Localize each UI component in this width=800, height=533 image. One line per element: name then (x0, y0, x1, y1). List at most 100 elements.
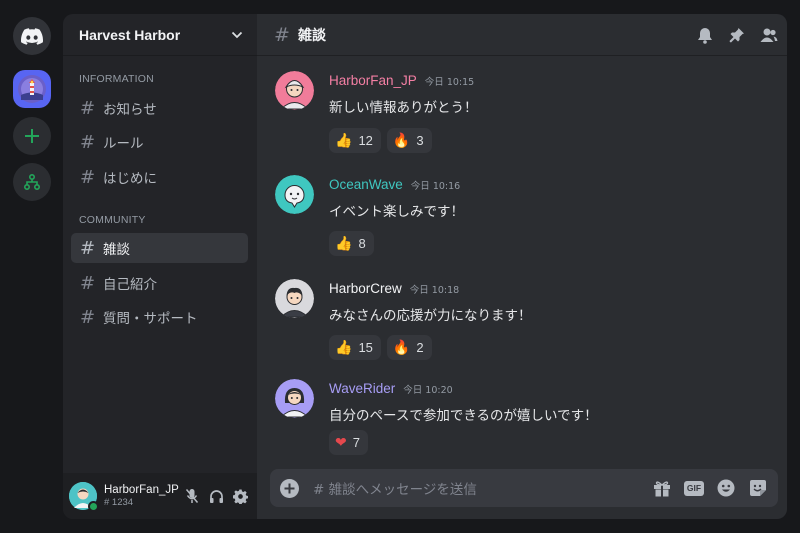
sticker-icon (750, 480, 766, 496)
avatar[interactable] (275, 175, 314, 214)
reaction-bar: ❤ 7 (329, 430, 368, 455)
thumbs-up-icon: 👍 (335, 235, 353, 251)
channel-rules[interactable]: # ルール (71, 127, 248, 157)
reaction-bar: 👍 15 🔥 2 (329, 335, 432, 360)
members-icon (760, 28, 778, 42)
smiley-icon (717, 479, 735, 497)
reaction-fire[interactable]: 🔥 3 (386, 128, 432, 153)
avatar[interactable] (275, 379, 314, 418)
reaction-count: 12 (358, 133, 373, 148)
chat-main: # 雑談 HarborFan_JP 今日 10:15 新しい情報ありがとう！ 👍… (257, 14, 787, 519)
pin-icon (729, 28, 744, 43)
username: HarborFan_JP (104, 484, 179, 496)
hash-icon: # (80, 97, 96, 119)
hierarchy-icon (24, 174, 40, 190)
message-timestamp: 今日 10:15 (424, 77, 475, 88)
user-controls (183, 487, 257, 505)
fire-icon: 🔥 (392, 132, 411, 148)
chevron-down-icon (231, 31, 243, 38)
channel-label: 雑談 (103, 242, 130, 258)
lighthouse-icon (18, 75, 46, 103)
plus-icon (284, 483, 295, 493)
online-status-dot (88, 501, 99, 512)
upload-button[interactable] (280, 478, 299, 498)
hash-icon: # (80, 131, 96, 153)
avatar[interactable] (275, 279, 314, 318)
message-composer: # 雑談へメッセージを送信 GIF (270, 469, 778, 507)
reaction-thumbs-up[interactable]: 👍 12 (329, 128, 381, 153)
channel-zatsudan[interactable]: # 雑談 (71, 233, 248, 263)
reaction-thumbs-up[interactable]: 👍 8 (329, 231, 374, 256)
hash-icon: # (80, 166, 96, 188)
chat-header: # 雑談 (257, 14, 787, 56)
member-list-button[interactable] (759, 25, 779, 45)
mute-button[interactable] (183, 487, 201, 505)
reaction-count: 8 (358, 236, 366, 251)
category-community[interactable]: COMMUNITY (79, 214, 146, 226)
gift-button[interactable] (652, 478, 672, 498)
message-header: WaveRider 今日 10:20 (329, 381, 453, 396)
fire-icon: 🔥 (392, 339, 411, 355)
channel-label: お知らせ (103, 102, 157, 118)
hash-icon: # (80, 306, 96, 328)
message-header: HarborFan_JP 今日 10:15 (329, 73, 474, 88)
message-header: HarborCrew 今日 10:18 (329, 281, 459, 296)
server-rail (0, 0, 64, 533)
channel-support[interactable]: # 質問・サポート (71, 302, 248, 332)
server-name: Harvest Harbor (79, 26, 181, 43)
bell-icon (698, 27, 712, 44)
message-text: イベント楽しみです！ (329, 204, 464, 220)
hash-icon: # (274, 23, 290, 46)
discord-logo-icon (21, 27, 43, 45)
message-author[interactable]: WaveRider (329, 381, 395, 396)
message-input[interactable]: # 雑談へメッセージを送信 (313, 478, 652, 498)
channel-label: 自己紹介 (103, 277, 157, 293)
channel-sidebar: Harvest Harbor INFORMATION # お知らせ # ルール … (63, 14, 257, 519)
server-header[interactable]: Harvest Harbor (63, 14, 257, 56)
emoji-button[interactable] (716, 478, 736, 498)
message-author[interactable]: OceanWave (329, 177, 403, 192)
channel-label: 質問・サポート (103, 311, 198, 327)
message-author[interactable]: HarborCrew (329, 281, 402, 296)
channel-oshirase[interactable]: # お知らせ (71, 93, 248, 123)
sticker-button[interactable] (748, 478, 768, 498)
message-text: 新しい情報ありがとう！ (329, 100, 478, 116)
category-information[interactable]: INFORMATION (79, 73, 154, 85)
user-panel: HarborFan_JP # 1234 (63, 473, 257, 519)
settings-button[interactable] (231, 487, 249, 505)
header-toolbar (695, 25, 779, 45)
plus-icon (25, 129, 39, 143)
user-names[interactable]: HarborFan_JP # 1234 (104, 484, 183, 508)
channel-hajimeni[interactable]: # はじめに (71, 162, 248, 192)
reaction-heart[interactable]: ❤ 7 (329, 430, 368, 455)
reaction-count: 2 (416, 340, 424, 355)
user-tag: # 1234 (104, 497, 134, 508)
user-avatar-icon (275, 175, 314, 214)
gif-icon: GIF (684, 480, 704, 496)
server-icon-harvest-harbor[interactable] (13, 70, 51, 108)
user-avatar-icon (275, 379, 314, 418)
hash-icon: # (80, 272, 96, 294)
discord-app: Harvest Harbor INFORMATION # お知らせ # ルール … (0, 0, 800, 533)
reaction-count: 7 (352, 435, 360, 450)
channel-title: 雑談 (298, 27, 326, 44)
deafen-button[interactable] (207, 487, 225, 505)
explore-servers-button[interactable] (13, 163, 51, 201)
message-timestamp: 今日 10:16 (410, 181, 461, 192)
message-header: OceanWave 今日 10:16 (329, 177, 460, 192)
thumbs-up-icon: 👍 (335, 132, 353, 148)
add-server-button[interactable] (13, 117, 51, 155)
message-author[interactable]: HarborFan_JP (329, 73, 417, 88)
avatar[interactable] (69, 482, 99, 512)
channel-jikoshoukai[interactable]: # 自己紹介 (71, 268, 248, 298)
message-text: 自分のペースで参加できるのが嬉しいです！ (329, 408, 598, 424)
avatar[interactable] (275, 71, 314, 110)
reaction-thumbs-up[interactable]: 👍 15 (329, 335, 381, 360)
pinned-messages-button[interactable] (727, 25, 747, 45)
notifications-button[interactable] (695, 25, 715, 45)
thumbs-up-icon: 👍 (335, 339, 353, 355)
reaction-fire[interactable]: 🔥 2 (386, 335, 432, 360)
gif-button[interactable]: GIF (684, 478, 704, 498)
discord-home-button[interactable] (13, 17, 51, 55)
gear-icon (232, 488, 248, 504)
